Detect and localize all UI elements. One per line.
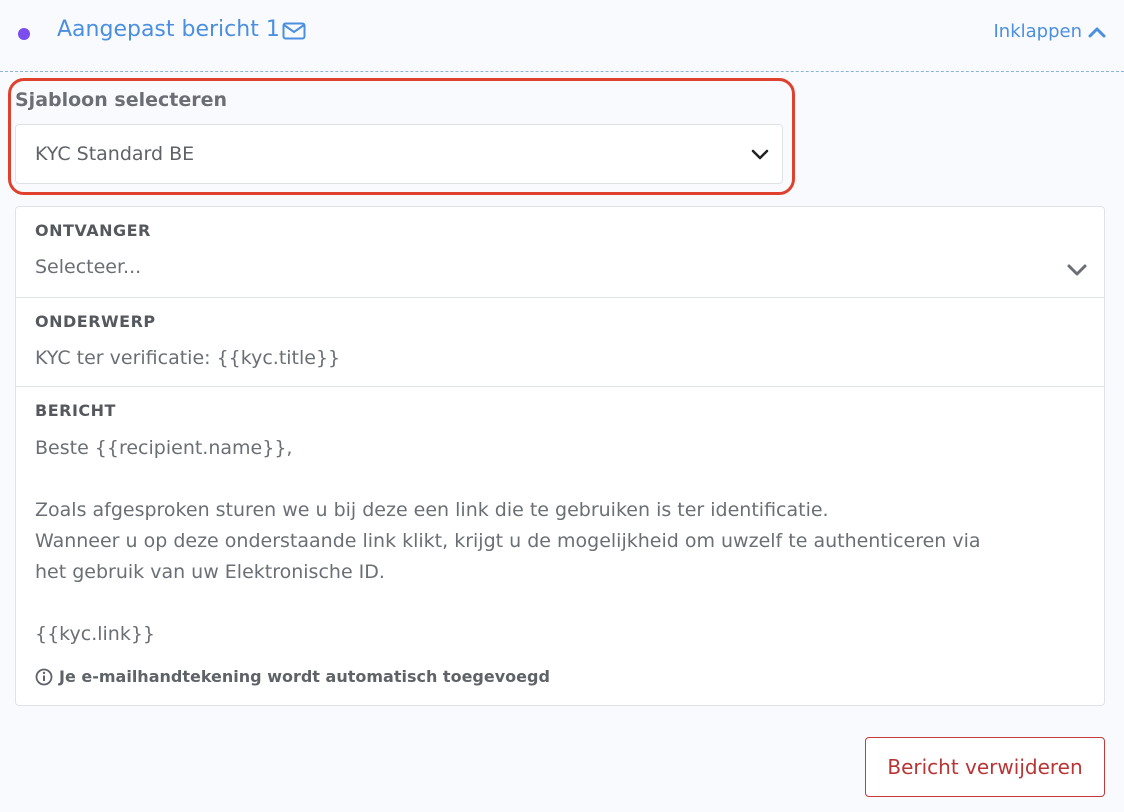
message-header: Aangepast bericht 1 Inklappen [0,0,1124,72]
signature-note: Je e-mailhandtekening wordt automatisch … [35,667,550,686]
chevron-down-icon [751,149,769,160]
collapse-toggle[interactable]: Inklappen [993,21,1106,42]
collapse-label: Inklappen [993,21,1082,42]
info-icon [35,668,53,685]
recipient-select[interactable]: Selecteer... [35,256,141,278]
subject-label: ONDERWERP [35,312,156,331]
delete-message-button[interactable]: Bericht verwijderen [865,737,1105,797]
chevron-down-icon [1067,264,1087,276]
message-title: Aangepast bericht 1 [57,17,280,42]
template-select[interactable]: KYC Standard BE [15,124,783,184]
message-form-card: ONTVANGER Selecteer... ONDERWERP KYC ter… [15,206,1105,706]
chevron-up-icon [1088,27,1106,37]
signature-note-text: Je e-mailhandtekening wordt automatisch … [59,667,550,686]
template-selected-value: KYC Standard BE [35,143,195,165]
status-dot [18,28,30,40]
recipient-label: ONTVANGER [35,221,151,240]
recipient-field[interactable]: ONTVANGER Selecteer... [16,207,1104,298]
message-field[interactable]: BERICHT Beste {{recipient.name}}, Zoals … [16,387,1104,705]
message-label: BERICHT [35,401,116,420]
subject-field[interactable]: ONDERWERP KYC ter verificatie: {{kyc.tit… [16,298,1104,387]
template-select-label: Sjabloon selecteren [15,89,227,111]
envelope-icon [282,22,306,40]
message-body-textarea[interactable]: Beste {{recipient.name}}, Zoals afgespro… [35,433,1085,650]
subject-input[interactable]: KYC ter verificatie: {{kyc.title}} [35,347,340,369]
